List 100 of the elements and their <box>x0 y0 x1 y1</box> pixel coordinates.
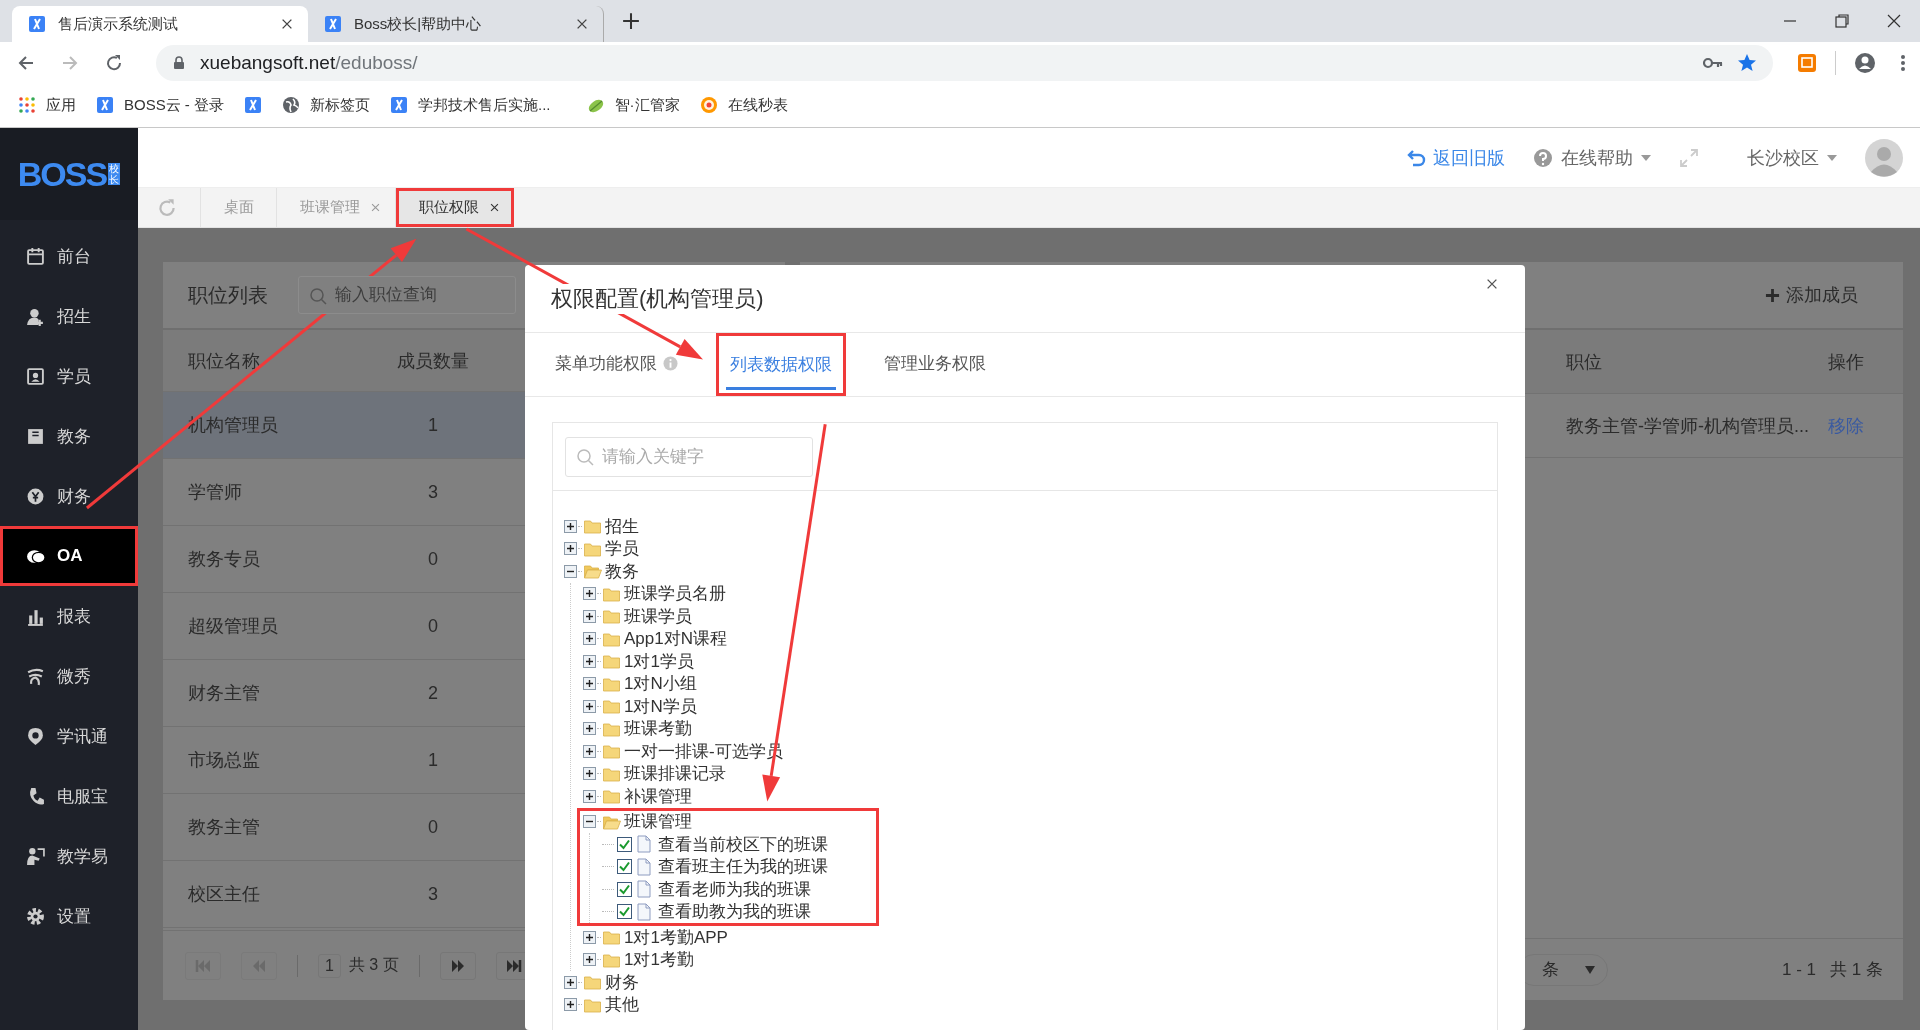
checkbox[interactable] <box>617 836 632 852</box>
close-icon[interactable] <box>1886 13 1902 29</box>
help-icon <box>1533 147 1553 168</box>
account-icon[interactable] <box>1854 52 1876 74</box>
tab-title: Boss校长|帮助中心 <box>354 14 483 34</box>
id-card-icon <box>26 366 45 386</box>
expand-toggle[interactable] <box>583 767 596 781</box>
expand-toggle[interactable] <box>564 519 577 533</box>
collapse-toggle[interactable] <box>583 815 596 829</box>
expand-toggle[interactable] <box>583 953 596 967</box>
column-header: 职位 <box>1566 350 1603 374</box>
page-range: 1 - 1 <box>1782 959 1817 980</box>
browser-tab[interactable]: Boss校长|帮助中心 <box>308 6 604 42</box>
key-icon[interactable] <box>1703 56 1723 70</box>
expand-toggle[interactable] <box>583 654 596 668</box>
folder-icon <box>583 973 602 992</box>
next-page-button[interactable] <box>439 951 476 980</box>
collapse-toggle[interactable] <box>564 564 577 578</box>
sidebar-item[interactable]: 设置 <box>0 886 138 946</box>
expand-toggle[interactable] <box>583 677 596 691</box>
back-link[interactable]: 返回旧版 <box>1407 145 1505 170</box>
tree-label[interactable]: 班课排课记录 <box>624 762 726 786</box>
logo-text: BOSS <box>17 154 107 194</box>
expand-toggle[interactable] <box>583 930 596 944</box>
new-tab-icon[interactable] <box>622 12 640 30</box>
browser-tab[interactable]: 售后演示系统测试 <box>12 6 308 42</box>
globe-icon <box>282 96 300 114</box>
x-logo-icon <box>28 15 46 33</box>
table-cell-text: 学管师 <box>188 481 243 504</box>
star-icon[interactable] <box>1737 53 1757 73</box>
expand-toggle[interactable] <box>583 632 596 646</box>
address-field[interactable]: xuebangsoft.net/eduboss/ <box>156 45 1773 81</box>
add-member-button[interactable]: 添加成员 <box>1765 283 1858 307</box>
bookmark[interactable]: 学邦技术售后实施... <box>390 95 551 115</box>
expand-toggle[interactable] <box>564 542 577 556</box>
extension-icon[interactable] <box>1797 53 1817 73</box>
close-icon[interactable] <box>489 202 500 213</box>
page-tab[interactable]: 职位权限 <box>395 188 514 227</box>
close-icon[interactable] <box>575 17 589 31</box>
bookmark[interactable]: 在线秒表 <box>699 95 788 115</box>
expand-toggle[interactable] <box>583 699 596 713</box>
bookmark[interactable]: 新标签页 <box>282 95 370 115</box>
yen-coin-icon <box>26 486 45 506</box>
help-menu[interactable]: 在线帮助 <box>1533 145 1651 170</box>
x-logo-icon <box>244 96 262 114</box>
tree-label[interactable]: App1对N课程 <box>624 627 727 651</box>
sidebar-item[interactable]: 微秀 <box>0 646 138 706</box>
tab-title: 售后演示系统测试 <box>58 14 179 34</box>
menu-icon[interactable] <box>1900 53 1906 73</box>
search-field[interactable]: 输入职位查询 <box>298 276 516 314</box>
caret-icon <box>1641 154 1651 161</box>
close-icon[interactable] <box>1485 277 1499 291</box>
page-number-field[interactable]: 1 <box>318 953 341 978</box>
tree-label[interactable]: 1对1考勤APP <box>624 925 728 949</box>
bookmark[interactable]: 应用 <box>18 95 76 115</box>
x-logo-icon <box>324 15 342 33</box>
sidebar-item[interactable]: OA <box>0 526 138 586</box>
expand-toggle[interactable] <box>583 609 596 623</box>
reload-icon[interactable] <box>104 53 124 73</box>
tree-label[interactable]: 其他 <box>605 993 639 1017</box>
tree-label[interactable]: 班课管理 <box>624 810 692 834</box>
expand-toggle[interactable] <box>583 587 596 601</box>
tree-label[interactable]: 班课学员 <box>624 604 692 628</box>
page-count: 共 3 页 <box>348 955 399 975</box>
sidebar-item[interactable]: 学讯通 <box>0 706 138 766</box>
checkbox[interactable] <box>617 881 632 897</box>
dialog-tab[interactable]: 管理业务权限 <box>882 333 988 396</box>
dialog-title: 权限配置(机构管理员) <box>551 283 764 314</box>
tree-label[interactable]: 1对N学员 <box>624 694 697 718</box>
tree-label[interactable]: 教务 <box>605 559 639 583</box>
checkbox[interactable] <box>617 859 632 875</box>
tree-label[interactable]: 财务 <box>605 970 639 994</box>
tree-label[interactable]: 学员 <box>605 537 639 561</box>
sidebar-item[interactable]: 报表 <box>0 586 138 646</box>
expand-toggle[interactable] <box>583 744 596 758</box>
sidebar-item[interactable]: 电服宝 <box>0 766 138 826</box>
close-icon[interactable] <box>280 17 294 31</box>
expand-toggle[interactable] <box>583 722 596 736</box>
bookmark[interactable] <box>244 96 262 114</box>
bookmark[interactable]: BOSS云 - 登录 <box>96 95 224 115</box>
sidebar-item[interactable]: 教务 <box>0 406 138 466</box>
dialog-tab[interactable]: 列表数据权限 <box>716 333 846 396</box>
document-icon <box>636 835 652 854</box>
campus-menu[interactable]: 长沙校区 <box>1747 145 1837 170</box>
sidebar-item[interactable]: 教学易 <box>0 826 138 886</box>
document-icon <box>636 880 652 899</box>
tree-label[interactable]: 1对N小组 <box>624 672 697 696</box>
sidebar-item[interactable]: 前台 <box>0 226 138 286</box>
expand-toggle[interactable] <box>583 789 596 803</box>
sidebar-item[interactable]: 招生 <box>0 286 138 346</box>
expand-toggle[interactable] <box>564 975 577 989</box>
expand-toggle[interactable] <box>564 998 577 1012</box>
sidebar-item[interactable]: 学员 <box>0 346 138 406</box>
teacher-icon <box>26 846 45 866</box>
tree-label[interactable]: 1对1考勤 <box>624 948 694 972</box>
checkbox[interactable] <box>617 904 632 920</box>
bookmark[interactable]: 智·汇管家 <box>586 95 680 115</box>
table-cell-text: 0 <box>427 816 439 838</box>
restore-icon[interactable] <box>1834 13 1850 29</box>
sidebar-item[interactable]: 财务 <box>0 466 138 526</box>
